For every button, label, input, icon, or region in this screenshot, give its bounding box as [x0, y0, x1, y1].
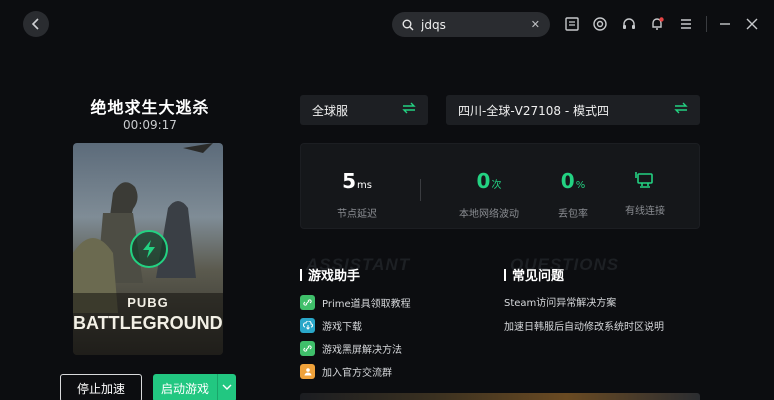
faq-item-steam[interactable]: Steam访问异常解决方案	[504, 294, 616, 309]
game-title: 绝地求生大逃杀	[90, 98, 210, 117]
faq-item-timezone[interactable]: 加速日韩服后自动修改系统时区说明	[504, 318, 664, 333]
back-button[interactable]	[23, 11, 49, 37]
game-cover-image: PUBG BATTLEGROUNDS	[73, 143, 223, 355]
assistant-item-label: Prime道具领取教程	[322, 298, 411, 310]
packet-loss-unit: %	[575, 180, 586, 191]
jitter-label: 本地网络波动	[459, 209, 519, 220]
assistant-item-download[interactable]: 游戏下载	[300, 317, 362, 333]
cover-logo-battlegrounds: BATTLEGROUNDS	[73, 313, 223, 333]
elapsed-timer: 00:09:17	[123, 118, 177, 132]
menu-icon[interactable]	[676, 14, 696, 34]
assistant-item-label: 加入官方交流群	[322, 367, 392, 379]
faq-heading: 常见问题	[504, 265, 564, 284]
region-selector[interactable]: 全球服	[300, 95, 428, 125]
assistant-item-label: 游戏黑屏解决方法	[322, 344, 402, 356]
latency-value: 5	[342, 169, 356, 193]
shield-badge-icon[interactable]	[562, 14, 582, 34]
jitter-unit: 次	[491, 180, 502, 191]
packet-loss-stat: 0% 丢包率	[538, 170, 608, 220]
link-icon	[300, 340, 315, 356]
swap-region-icon[interactable]	[402, 102, 416, 118]
assistant-item-group[interactable]: 加入官方交流群	[300, 363, 392, 379]
connection-type-stat: 有线连接	[610, 170, 680, 217]
search-icon	[402, 19, 414, 30]
clear-search-icon[interactable]: ✕	[531, 18, 540, 31]
group-icon	[300, 363, 315, 379]
chevron-down-icon[interactable]	[218, 383, 236, 394]
node-label: 四川-全球-V27108 - 模式四	[458, 103, 610, 118]
promo-banner[interactable]	[300, 393, 700, 400]
launch-game-button[interactable]: 启动游戏	[153, 374, 236, 400]
heading-bar	[300, 269, 302, 281]
link-icon	[300, 294, 315, 310]
cloud-download-icon	[300, 317, 315, 333]
faq-title: 常见问题	[512, 269, 565, 284]
close-icon[interactable]	[742, 14, 762, 34]
assistant-heading: 游戏助手	[300, 265, 360, 284]
connection-type-label: 有线连接	[625, 206, 665, 217]
swap-node-icon[interactable]	[674, 102, 688, 118]
search-box[interactable]: ✕	[392, 12, 550, 37]
network-stats-card: 5ms 节点延迟 0次 本地网络波动 0% 丢包率 有线连接	[300, 143, 700, 229]
region-label: 全球服	[312, 103, 349, 118]
titlebar-divider	[706, 16, 707, 32]
chevron-left-icon	[31, 18, 39, 30]
target-icon[interactable]	[590, 14, 610, 34]
search-input[interactable]	[421, 17, 521, 32]
assistant-item-prime[interactable]: Prime道具领取教程	[300, 294, 411, 310]
packet-loss-label: 丢包率	[558, 209, 588, 220]
jitter-value: 0	[476, 169, 491, 193]
launch-game-label: 启动游戏	[160, 381, 209, 396]
cover-logo-pubg: PUBG	[127, 295, 169, 310]
wired-connection-icon	[610, 170, 680, 194]
headset-icon[interactable]	[619, 14, 639, 34]
speedup-logo-icon	[130, 230, 168, 268]
assistant-title: 游戏助手	[308, 269, 361, 284]
assistant-item-label: 游戏下载	[322, 321, 362, 333]
assistant-item-blackscreen[interactable]: 游戏黑屏解决方法	[300, 340, 402, 356]
heading-bar	[504, 269, 506, 281]
stop-acceleration-button[interactable]: 停止加速	[60, 374, 142, 400]
packet-loss-value: 0	[560, 169, 575, 193]
bell-icon[interactable]	[647, 14, 667, 34]
latency-stat: 5ms 节点延迟	[322, 170, 392, 220]
latency-label: 节点延迟	[337, 209, 377, 220]
jitter-stat: 0次 本地网络波动	[454, 170, 524, 220]
stats-divider	[420, 179, 421, 201]
node-selector[interactable]: 四川-全球-V27108 - 模式四	[446, 95, 700, 125]
latency-unit: ms	[356, 180, 372, 191]
minimize-icon[interactable]	[715, 14, 735, 34]
